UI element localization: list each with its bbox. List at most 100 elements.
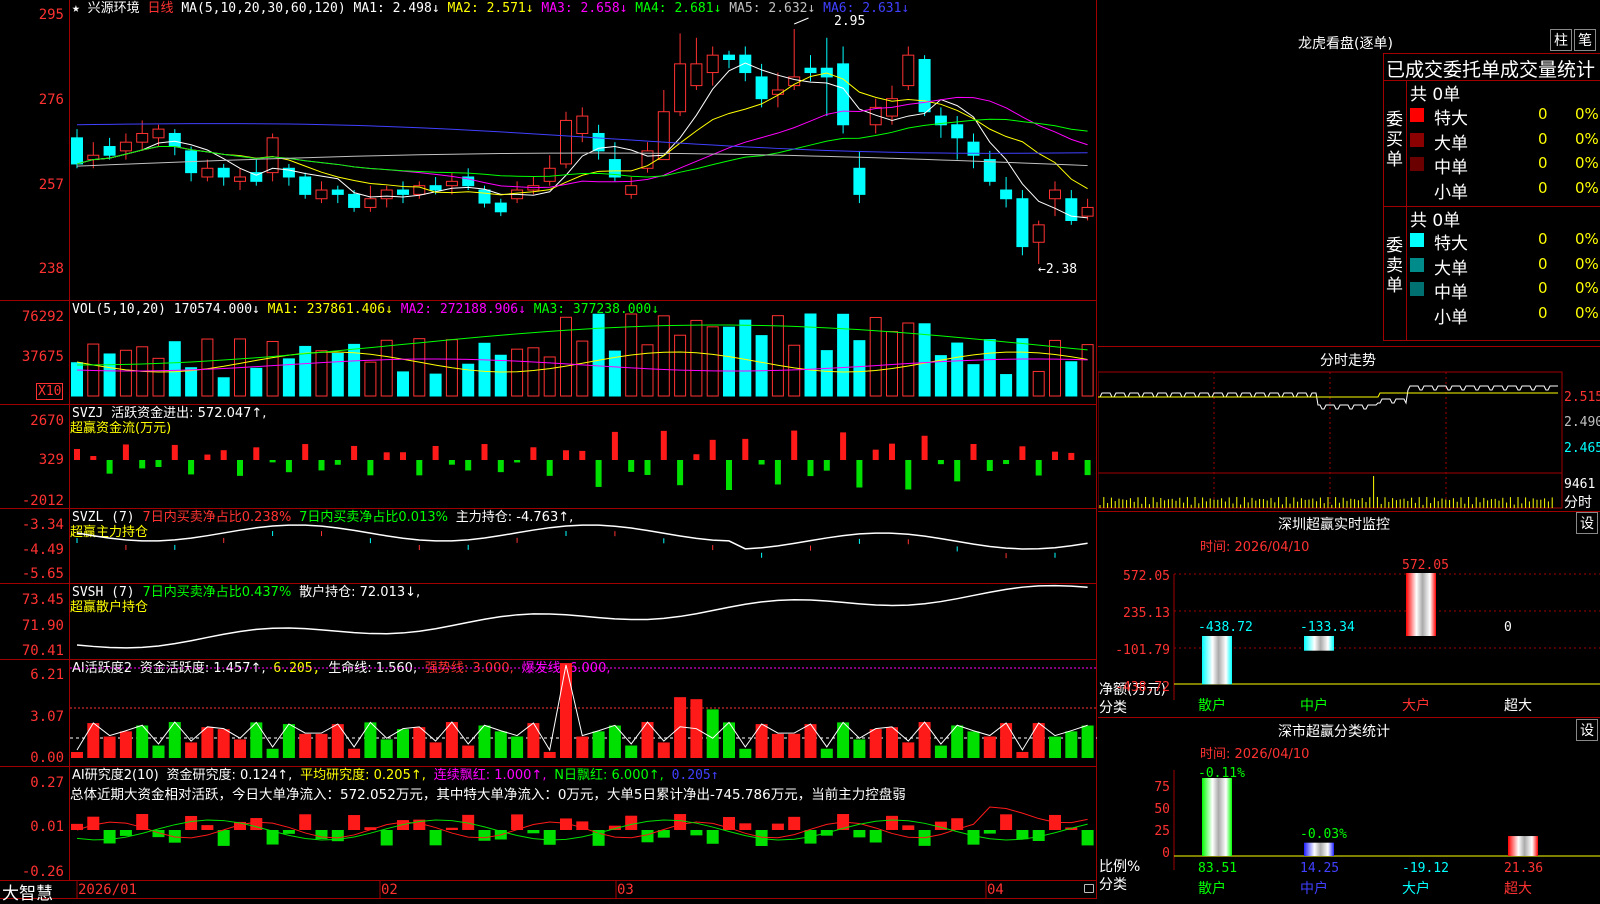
activity-bar [348,748,361,758]
monitor-y-label: -438.72 [1115,680,1170,695]
activity-bar [1032,723,1045,758]
activity-bar [576,736,589,758]
volume-bar [869,316,882,397]
research-bar [739,823,752,830]
candle-body [445,180,458,187]
flow-bar [905,460,912,490]
flow-bar [269,460,276,463]
volume-bar [788,344,801,397]
volume-bar [201,338,214,397]
monitor-bar-value: -438.72 [1198,620,1253,635]
flow-bar [1084,460,1091,476]
class-y-label: 25 [1154,824,1170,839]
activity-bar [592,731,605,758]
flow-bar [432,445,439,460]
volume-bar [397,371,409,397]
volume-bar [951,342,964,397]
research-bar [201,825,214,830]
high-marker-arrow [794,17,809,25]
class-y-label: 75 [1154,780,1170,795]
activity-bar [1081,725,1094,758]
volume-bar [739,319,752,397]
research-bar [119,830,132,836]
volume-bar [185,367,198,397]
candle-body [348,193,361,208]
volume-bar [560,316,572,397]
candle-body [837,63,850,126]
research-bar [445,827,458,830]
research-bar [869,830,882,843]
candle-body [1081,206,1094,217]
candle-body [478,189,491,204]
flow-bar [628,460,635,472]
volume-bar [380,339,393,397]
activity-bar [462,745,475,758]
candle-body [429,185,442,191]
activity-bar [397,729,409,758]
monitor-bar [1202,636,1232,685]
candle-body [119,141,132,152]
flow-bar [986,460,993,471]
flow-bar [758,460,765,465]
flow-bar [285,460,292,473]
monitor-category: 散户 [1198,697,1226,714]
volume-bar [511,348,524,397]
monitor-bar [1406,573,1436,636]
monitor-category: 中户 [1300,697,1328,714]
activity-bar [739,748,752,758]
volume-bar [983,339,996,397]
flow-bar [709,439,716,460]
volume-bar [674,334,687,397]
flow-bar [400,452,406,460]
candle-body [902,54,915,87]
candle-body [804,67,817,74]
activity-bar [494,731,507,758]
volume-bar [820,350,833,397]
flow-bar [921,435,928,460]
research-bar [103,830,116,844]
activity-bar [250,722,263,758]
research-bar [429,830,442,846]
flow-bar [872,449,879,460]
activity-bar [511,736,524,758]
candle-body [1032,224,1045,243]
flow-bar [742,438,749,460]
activity-bar [886,727,898,758]
flow-bar [465,460,472,471]
flow-bar [611,431,618,460]
activity-bar [983,736,996,758]
candle-body [217,167,230,178]
flow-bar [1003,460,1010,465]
candle-body [543,167,556,182]
volume-bar [71,362,83,397]
flow-bar [237,460,243,476]
class-bar [1304,842,1334,856]
volume-bar [119,349,132,397]
class-category: 散户 [1198,880,1226,897]
flow-bar [595,460,602,487]
flow-bar [954,460,961,482]
flow-bar [253,447,260,460]
research-bar [511,814,524,830]
activity-bar [934,745,947,758]
research-bar [771,823,784,830]
activity-bar [364,722,377,758]
class-y-label: 50 [1154,802,1170,817]
flow-bar [416,460,423,476]
chart-area[interactable]: ★ 兴源环境 日线 MA(5,10,20,30,60,120) MA1: 2.4… [0,0,1098,904]
research-bar [478,830,491,841]
volume-bar [250,367,263,397]
research-bar [282,830,295,834]
flow-bar [383,452,390,460]
volume-bar [1049,339,1061,397]
flow-bar [677,460,684,486]
activity-bar [837,722,850,758]
research-bar [886,815,898,830]
research-bar [380,830,393,846]
flow-bar [579,450,586,460]
candle-body [364,198,377,208]
research-bar [1000,814,1013,830]
candle-body [1049,189,1061,200]
flow-bar [1068,452,1075,460]
activity-bar [185,742,198,758]
